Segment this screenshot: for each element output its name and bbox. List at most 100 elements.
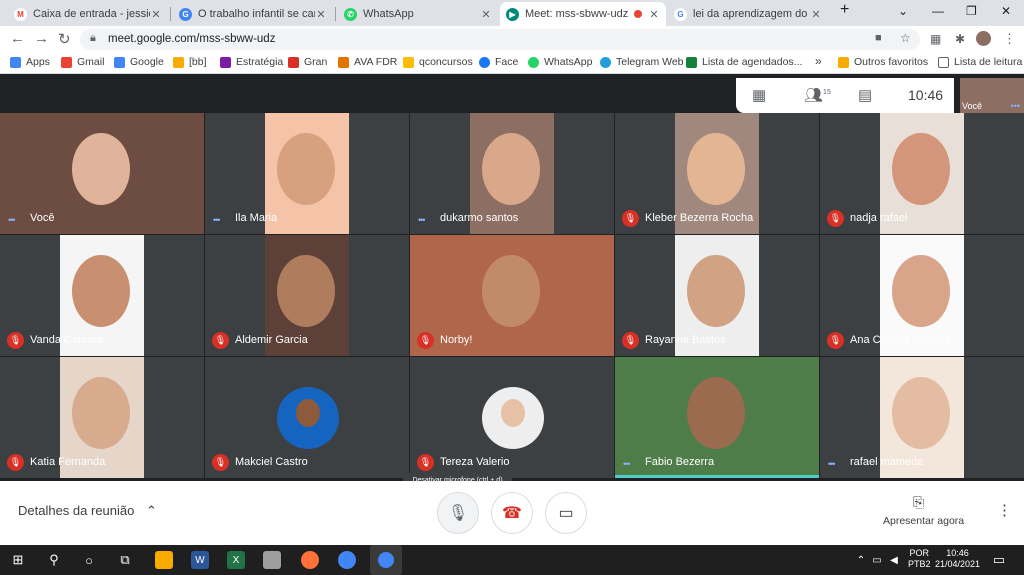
participant-tile[interactable]: 🎙︎ Vanda Camara — [0, 235, 204, 356]
tab-trabalho-infantil[interactable]: G O trabalho infantil se caracte ✕ — [173, 2, 333, 26]
bookmark-lista-agendados[interactable]: Lista de agendados... — [686, 56, 802, 68]
search-icon[interactable]: ⚲ — [45, 551, 63, 569]
people-icon[interactable]: 👥︎15 — [804, 86, 831, 104]
participant-face — [277, 255, 335, 327]
menu-icon[interactable]: ⋮ — [1003, 31, 1016, 47]
tab-gmail[interactable]: M Caixa de entrada - jessicasoa ✕ — [8, 2, 168, 26]
participant-tile[interactable]: 🎙︎ Makciel Castro — [205, 357, 409, 478]
tab-whatsapp[interactable]: ✆ WhatsApp ✕ — [338, 2, 498, 26]
bookmarks-more-icon[interactable]: » — [815, 54, 822, 68]
bookmark-estrategia[interactable]: Estratégia — [220, 56, 283, 68]
bookmark-lista-leitura[interactable]: Lista de leitura — [938, 56, 1022, 68]
chrome-active-icon[interactable] — [370, 545, 402, 575]
omnibox[interactable]: 🔒︎ meet.google.com/mss-sbww-udz ■ ☆ — [80, 29, 920, 50]
bookmark-ava-fdr[interactable]: AVA FDR — [338, 56, 397, 68]
volume-icon[interactable]: ◀︎ — [885, 551, 903, 569]
camera-icon[interactable]: ■ — [875, 32, 882, 44]
lock-icon: 🔒︎ — [90, 32, 96, 44]
paint-icon[interactable] — [263, 551, 281, 569]
participant-tile[interactable]: ••• dukarmo santos — [410, 113, 614, 234]
forward-icon[interactable]: → — [34, 30, 49, 47]
profile-avatar[interactable] — [976, 31, 991, 46]
minimize-icon[interactable]: — — [932, 4, 944, 18]
mic-muted-icon: 🎙︎ — [827, 210, 844, 227]
participant-tile[interactable]: 🎙︎ Ana Claudia Moreira — [820, 235, 1024, 356]
back-icon[interactable]: ← — [10, 30, 25, 47]
bookmark-outros-favoritos[interactable]: Outros favoritos — [838, 56, 928, 68]
bookmark-qconcursos[interactable]: qconcursos — [403, 56, 473, 68]
present-now-button[interactable]: Apresentar agora — [883, 515, 964, 527]
bookmark-apps[interactable]: Apps — [10, 56, 50, 68]
notifications-icon[interactable]: ▭ — [990, 551, 1008, 569]
close-tab-icon[interactable]: ✕ — [648, 8, 660, 21]
network-icon[interactable]: ▭ — [868, 551, 886, 569]
tab-meet[interactable]: ▶ Meet: mss-sbww-udz ✕ — [500, 2, 666, 26]
bookmark-face[interactable]: Face — [479, 56, 518, 68]
participant-tile[interactable]: ••• Você — [0, 113, 204, 234]
task-view-icon[interactable]: ⧉ — [116, 551, 134, 569]
word-icon[interactable]: W — [191, 551, 209, 569]
bookmark-bb[interactable]: [bb] — [173, 56, 207, 68]
participant-tile[interactable]: ••• Fabio Bezerra — [615, 357, 819, 478]
participant-tile[interactable]: ••• Ila Maria — [205, 113, 409, 234]
participant-tile[interactable]: 🎙︎ nadja rafael — [820, 113, 1024, 234]
apps-icon — [10, 56, 21, 68]
participant-tile[interactable]: 🎙︎ Tereza Valerio — [410, 357, 614, 478]
participant-tile[interactable]: 🎙︎ Norby! — [410, 235, 614, 356]
extensions-grid-icon[interactable]: ▦ — [930, 32, 941, 46]
participant-tile[interactable]: 🎙︎ Katia Fernanda — [0, 357, 204, 478]
tab-search-icon[interactable]: ⌄ — [898, 4, 908, 18]
firefox-icon[interactable] — [301, 551, 319, 569]
excel-icon[interactable]: X — [227, 551, 245, 569]
bookmark-star-icon[interactable]: ☆ — [900, 31, 911, 45]
present-screen-icon[interactable]: ⎘ — [913, 494, 924, 511]
google-icon — [114, 56, 125, 68]
bookmark-gran[interactable]: Gran — [288, 56, 327, 68]
microphone-button[interactable]: 🎙︎ — [437, 492, 479, 534]
language-indicator[interactable]: POR PTB2 — [908, 548, 931, 570]
ava-icon — [338, 56, 349, 68]
cortana-icon[interactable]: ○ — [80, 551, 98, 569]
new-tab-button[interactable]: + — [840, 1, 849, 19]
close-tab-icon[interactable]: ✕ — [810, 8, 822, 21]
close-window-icon[interactable]: ✕ — [1001, 4, 1011, 18]
gmail-icon: M — [14, 7, 27, 21]
bookmark-whatsapp[interactable]: WhatsApp — [528, 56, 592, 68]
bookmark-gmail[interactable]: Gmail — [61, 56, 104, 68]
system-clock[interactable]: 10:46 21/04/2021 — [935, 548, 980, 570]
file-explorer-icon[interactable] — [155, 551, 173, 569]
participant-name: Kleber Bezerra Rocha — [645, 212, 754, 224]
close-tab-icon[interactable]: ✕ — [150, 8, 162, 21]
self-view-thumbnail[interactable]: Você ••• — [960, 78, 1024, 113]
mic-muted-icon: 🎙︎ — [622, 332, 639, 349]
close-tab-icon[interactable]: ✕ — [480, 8, 492, 21]
participant-tile[interactable]: 🎙︎ Rayanne Bastos — [615, 235, 819, 356]
puzzle-icon[interactable]: ✱ — [955, 32, 965, 46]
participant-tile[interactable]: 🎙︎ Aldemir Garcia — [205, 235, 409, 356]
estrategia-icon — [220, 56, 231, 68]
bookmark-google[interactable]: Google — [114, 56, 164, 68]
meeting-details-button[interactable]: Detalhes da reunião ⌃ — [18, 503, 157, 519]
more-options-icon[interactable]: ⋮ — [997, 501, 1012, 519]
tab-lei-aprendizagem[interactable]: G lei da aprendizagem do adole ✕ — [668, 2, 828, 26]
restore-icon[interactable]: ❐ — [966, 4, 977, 18]
participant-face — [892, 377, 950, 449]
close-tab-icon[interactable]: ✕ — [315, 8, 327, 21]
layout-icon[interactable]: ▦ — [752, 86, 766, 104]
participant-face — [72, 133, 130, 205]
reload-icon[interactable]: ↻ — [58, 30, 71, 48]
chrome-icon[interactable] — [338, 551, 356, 569]
windows-start-icon[interactable]: ⊞ — [9, 551, 27, 569]
camera-button[interactable]: ▭ — [545, 492, 587, 534]
chat-icon[interactable]: ▤ — [858, 86, 872, 104]
url-text: meet.google.com/mss-sbww-udz — [108, 33, 276, 45]
participant-tile[interactable]: 🎙︎ Kleber Bezerra Rocha — [615, 113, 819, 234]
gmail-icon — [61, 56, 72, 68]
participant-tile[interactable]: ••• rafael mamede — [820, 357, 1024, 478]
bookmark-telegram[interactable]: Telegram Web — [600, 56, 684, 68]
reading-list-icon — [938, 56, 949, 68]
participant-avatar — [277, 387, 339, 449]
leave-call-button[interactable]: ☎︎ — [491, 492, 533, 534]
speaking-indicator-icon: ••• — [623, 459, 631, 469]
participant-name: Norby! — [440, 334, 473, 346]
